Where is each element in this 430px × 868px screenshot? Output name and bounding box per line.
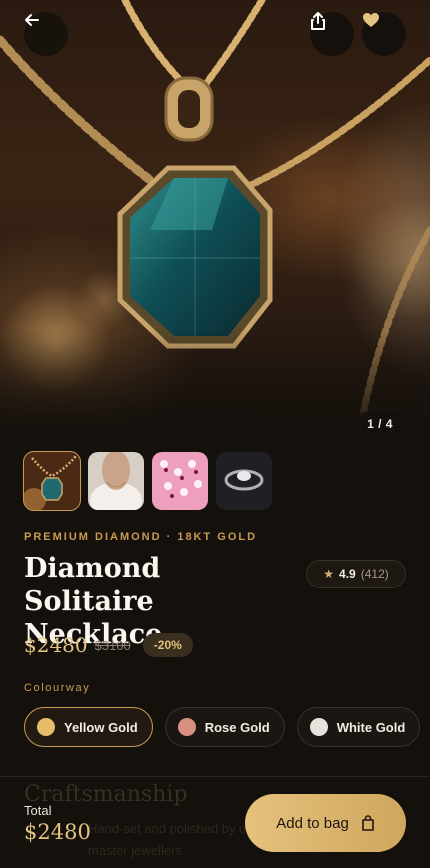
colour-option-yellow-gold[interactable]: Yellow Gold: [24, 707, 153, 747]
section-text: Hand-set and polished by our master jewe…: [88, 821, 258, 858]
thumbnail-necklace-image: [24, 452, 80, 510]
colourway-label: Colourway: [24, 682, 91, 694]
product-category: PREMIUM DIAMOND · 18KT GOLD: [24, 531, 258, 543]
rating-count: (412): [360, 567, 389, 581]
thumbnail-4[interactable]: [216, 452, 272, 510]
price-row: $2480 $3100 -20%: [24, 633, 193, 657]
add-to-bag-label: Add to bag: [276, 814, 349, 832]
add-to-bag-button[interactable]: Add to bag: [245, 794, 406, 852]
shopping-bag-icon: [361, 815, 374, 831]
back-button[interactable]: [24, 12, 68, 56]
favorite-button[interactable]: [362, 12, 406, 56]
thumbnail-3[interactable]: [152, 452, 208, 510]
total-value: $2480: [24, 820, 91, 844]
star-icon: ★: [323, 567, 335, 581]
colour-option-rose-gold[interactable]: Rose Gold: [164, 707, 285, 747]
thumbnail-ring-image: [216, 452, 272, 510]
current-price: $2480: [24, 633, 88, 657]
arrow-left-icon: [25, 14, 39, 26]
colourway-options: Yellow Gold Rose Gold White Gold: [24, 707, 421, 747]
share-button[interactable]: [310, 12, 354, 56]
colour-option-label: Rose Gold: [204, 719, 270, 735]
thumbnail-model-image: [88, 452, 144, 510]
image-counter: 1 / 4: [354, 412, 406, 436]
thumbnail-1[interactable]: [23, 451, 81, 511]
colour-option-label: Yellow Gold: [64, 719, 138, 735]
discount-badge: -20%: [142, 633, 193, 657]
share-icon: [311, 12, 325, 30]
divider: [0, 776, 430, 777]
yellow-gold-dot: [37, 718, 55, 736]
thumbnail-2[interactable]: [88, 452, 144, 510]
rose-gold-dot: [177, 718, 196, 736]
original-price: $3100: [94, 637, 131, 653]
product-hero-image[interactable]: 1 / 4: [0, 0, 430, 448]
total-label: Total: [24, 803, 52, 818]
colour-option-white-gold[interactable]: White Gold: [296, 707, 421, 747]
rating-badge[interactable]: ★ 4.9 (412): [306, 560, 406, 588]
rating-score: 4.9: [339, 567, 356, 581]
colour-option-label: White Gold: [336, 719, 406, 735]
white-gold-dot: [309, 718, 328, 736]
thumbnail-strip: [23, 451, 272, 511]
heart-icon: [363, 13, 379, 27]
thumbnail-earrings-image: [152, 452, 208, 510]
